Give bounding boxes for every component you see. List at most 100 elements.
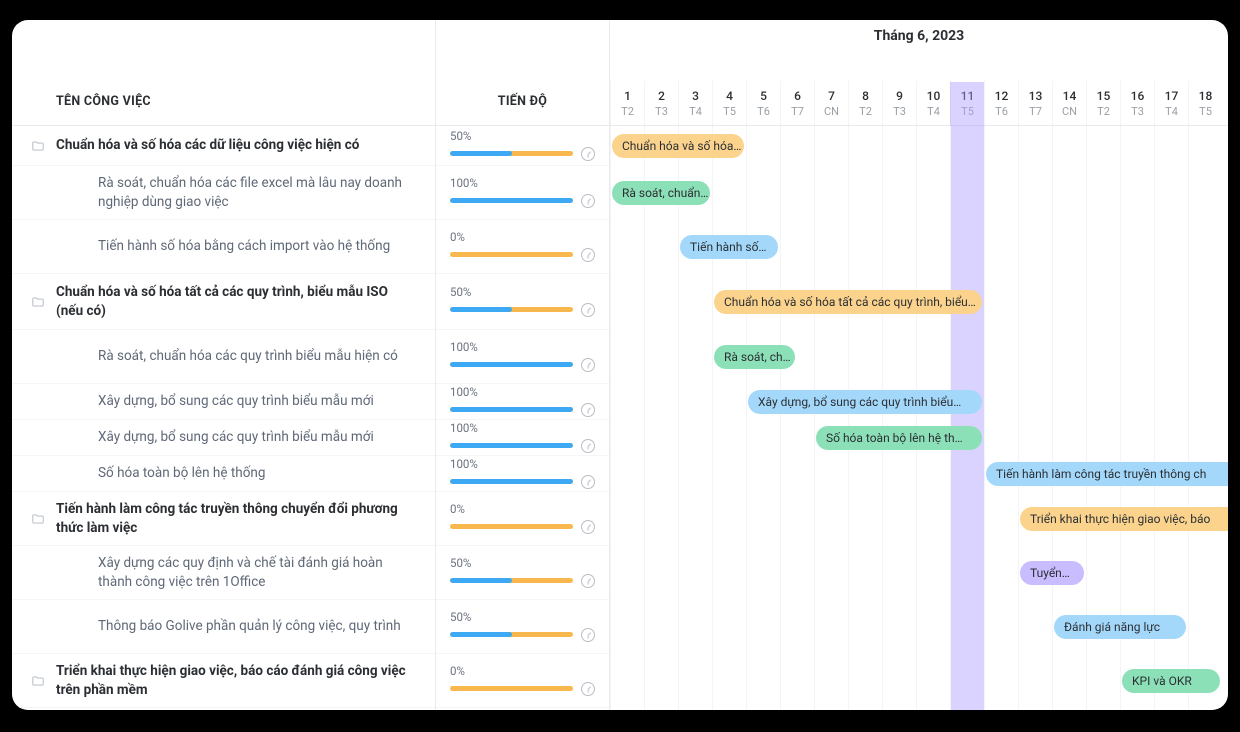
progress-bar[interactable] [450,362,573,367]
day-of-week: T3 [1121,105,1154,118]
progress-percent: 100% [450,421,595,435]
progress-bar[interactable] [450,252,573,257]
clock-icon [581,574,595,588]
day-number: 4 [713,89,746,103]
day-cell[interactable]: 8T2 [848,81,882,125]
progress-cell: 100% [436,330,609,384]
gantt-row: Đánh giá năng lực [610,600,1228,654]
day-number: 12 [985,89,1018,103]
day-cell[interactable]: 15T2 [1086,81,1120,125]
task-row[interactable]: Rà soát, chuẩn hóa các file excel mà lâu… [12,166,435,220]
day-cell[interactable]: 2T3 [644,81,678,125]
column-header-progress: TIẾN ĐỘ [436,20,609,126]
gantt-bar[interactable]: Chuẩn hóa và số hóa tất cả các quy trình… [714,290,982,314]
task-title: Xây dựng, bổ sung các quy trình biểu mẫu… [98,428,382,446]
gantt-bar[interactable]: Triển khai thực hiện giao việc, báo [1020,507,1228,531]
task-row[interactable]: Rà soát, chuẩn hóa các quy trình biểu mẫ… [12,330,435,384]
clock-icon [581,682,595,696]
gantt-bar[interactable]: Tiến hành làm công tác truyền thông ch [986,462,1228,486]
day-cell[interactable]: 4T5 [712,81,746,125]
task-row[interactable]: Tiến hành số hóa bằng cách import vào hệ… [12,220,435,274]
gantt-bar[interactable]: Rà soát, ch… [714,345,795,369]
progress-bar[interactable] [450,524,573,529]
day-cell[interactable]: 3T4 [678,81,712,125]
day-cell[interactable]: 17T4 [1154,81,1188,125]
progress-bar[interactable] [450,307,573,312]
gantt-bar[interactable]: Tuyển… [1020,561,1084,585]
day-cell[interactable]: 12T6 [984,81,1018,125]
day-cell[interactable]: 18T5 [1188,81,1222,125]
month-label: Tháng 6, 2023 [610,20,1228,60]
gantt-bar[interactable]: Rà soát, chuẩn… [612,181,710,205]
progress-cell: 50% [436,546,609,600]
day-number: 10 [917,89,950,103]
day-of-week: CN [1053,105,1086,118]
folder-icon [30,138,46,154]
task-row[interactable]: Xây dựng, bổ sung các quy trình biểu mẫu… [12,384,435,420]
progress-cell: 50% [436,274,609,330]
task-row[interactable]: Số hóa toàn bộ lên hệ thống [12,456,435,492]
day-of-week: T5 [713,105,746,118]
gantt-bar[interactable]: Xây dựng, bổ sung các quy trình biểu… [748,390,982,414]
gantt-row: Chuẩn hóa và số hóa tất cả các quy trình… [610,274,1228,330]
day-cell[interactable]: 9T3 [882,81,916,125]
day-cell[interactable]: 6T7 [780,81,814,125]
day-of-week: T7 [781,105,814,118]
progress-cell: 0% [436,654,609,708]
clock-icon [581,248,595,262]
folder-icon [30,511,46,527]
clock-icon [581,628,595,642]
task-title: Xây dựng, bổ sung các quy trình biểu mẫu… [98,392,382,410]
progress-bar[interactable] [450,443,573,448]
task-title: Chuẩn hóa và số hóa tất cả các quy trình… [56,283,423,319]
gantt-bar[interactable]: KPI và OKR [1122,669,1220,693]
task-group-row[interactable]: Chuẩn hóa và số hóa tất cả các quy trình… [12,274,435,330]
gantt-bar[interactable]: Tiến hành số… [680,235,778,259]
progress-bar[interactable] [450,407,573,412]
task-title: Rà soát, chuẩn hóa các file excel mà lâu… [98,174,423,210]
task-group-row[interactable]: Triển khai thực hiện giao việc, báo cáo … [12,654,435,708]
day-cell[interactable]: 16T3 [1120,81,1154,125]
progress-bar[interactable] [450,479,573,484]
progress-percent: 50% [450,129,595,143]
folder-icon [30,294,46,310]
progress-percent: 100% [450,385,595,399]
progress-bar[interactable] [450,578,573,583]
progress-percent: 50% [450,285,595,299]
progress-percent: 100% [450,176,595,190]
task-group-row[interactable]: Chuẩn hóa và số hóa các dữ liệu công việ… [12,126,435,166]
gantt-body: Chuẩn hóa và số hóa… Rà soát, chuẩn… Tiến … [610,126,1228,710]
day-number: 7 [815,89,848,103]
progress-bar[interactable] [450,198,573,203]
progress-bar[interactable] [450,632,573,637]
task-title: Tiến hành số hóa bằng cách import vào hệ… [98,237,398,255]
gantt-area[interactable]: Tháng 6, 2023 1T22T33T44T55T66T77CN8T29T… [610,20,1228,710]
day-number: 5 [747,89,780,103]
day-cell[interactable]: 10T4 [916,81,950,125]
gantt-row: KPI và OKR [610,654,1228,708]
day-of-week: T6 [985,105,1018,118]
gantt-bar[interactable]: Số hóa toàn bộ lên hệ th… [816,426,982,450]
progress-bar[interactable] [450,151,573,156]
gantt-bar[interactable]: Chuẩn hóa và số hóa… [612,134,744,158]
clock-icon [581,358,595,372]
progress-bar[interactable] [450,686,573,691]
day-of-week: T2 [849,105,882,118]
day-cell[interactable]: 13T7 [1018,81,1052,125]
day-cell[interactable]: 14CN [1052,81,1086,125]
gantt-bar[interactable]: Đánh giá năng lực [1054,615,1186,639]
day-cell[interactable]: 5T6 [746,81,780,125]
task-row[interactable]: Xây dựng, bổ sung các quy trình biểu mẫu… [12,420,435,456]
day-number: 15 [1087,89,1120,103]
task-row[interactable]: Xây dựng các quy định và chế tài đánh gi… [12,546,435,600]
progress-percent: 0% [450,502,595,516]
day-cell[interactable]: 1T2 [610,81,644,125]
task-title: Số hóa toàn bộ lên hệ thống [98,464,273,482]
clock-icon [581,403,595,417]
progress-cell: 0% [436,220,609,274]
progress-list: 50% 100% 0% 50% 100% 100% 100% [436,126,609,710]
task-group-row[interactable]: Tiến hành làm công tác truyền thông chuy… [12,492,435,546]
day-cell[interactable]: 7CN [814,81,848,125]
day-of-week: T2 [1087,105,1120,118]
task-row[interactable]: Thông báo Golive phần quản lý công việc,… [12,600,435,654]
